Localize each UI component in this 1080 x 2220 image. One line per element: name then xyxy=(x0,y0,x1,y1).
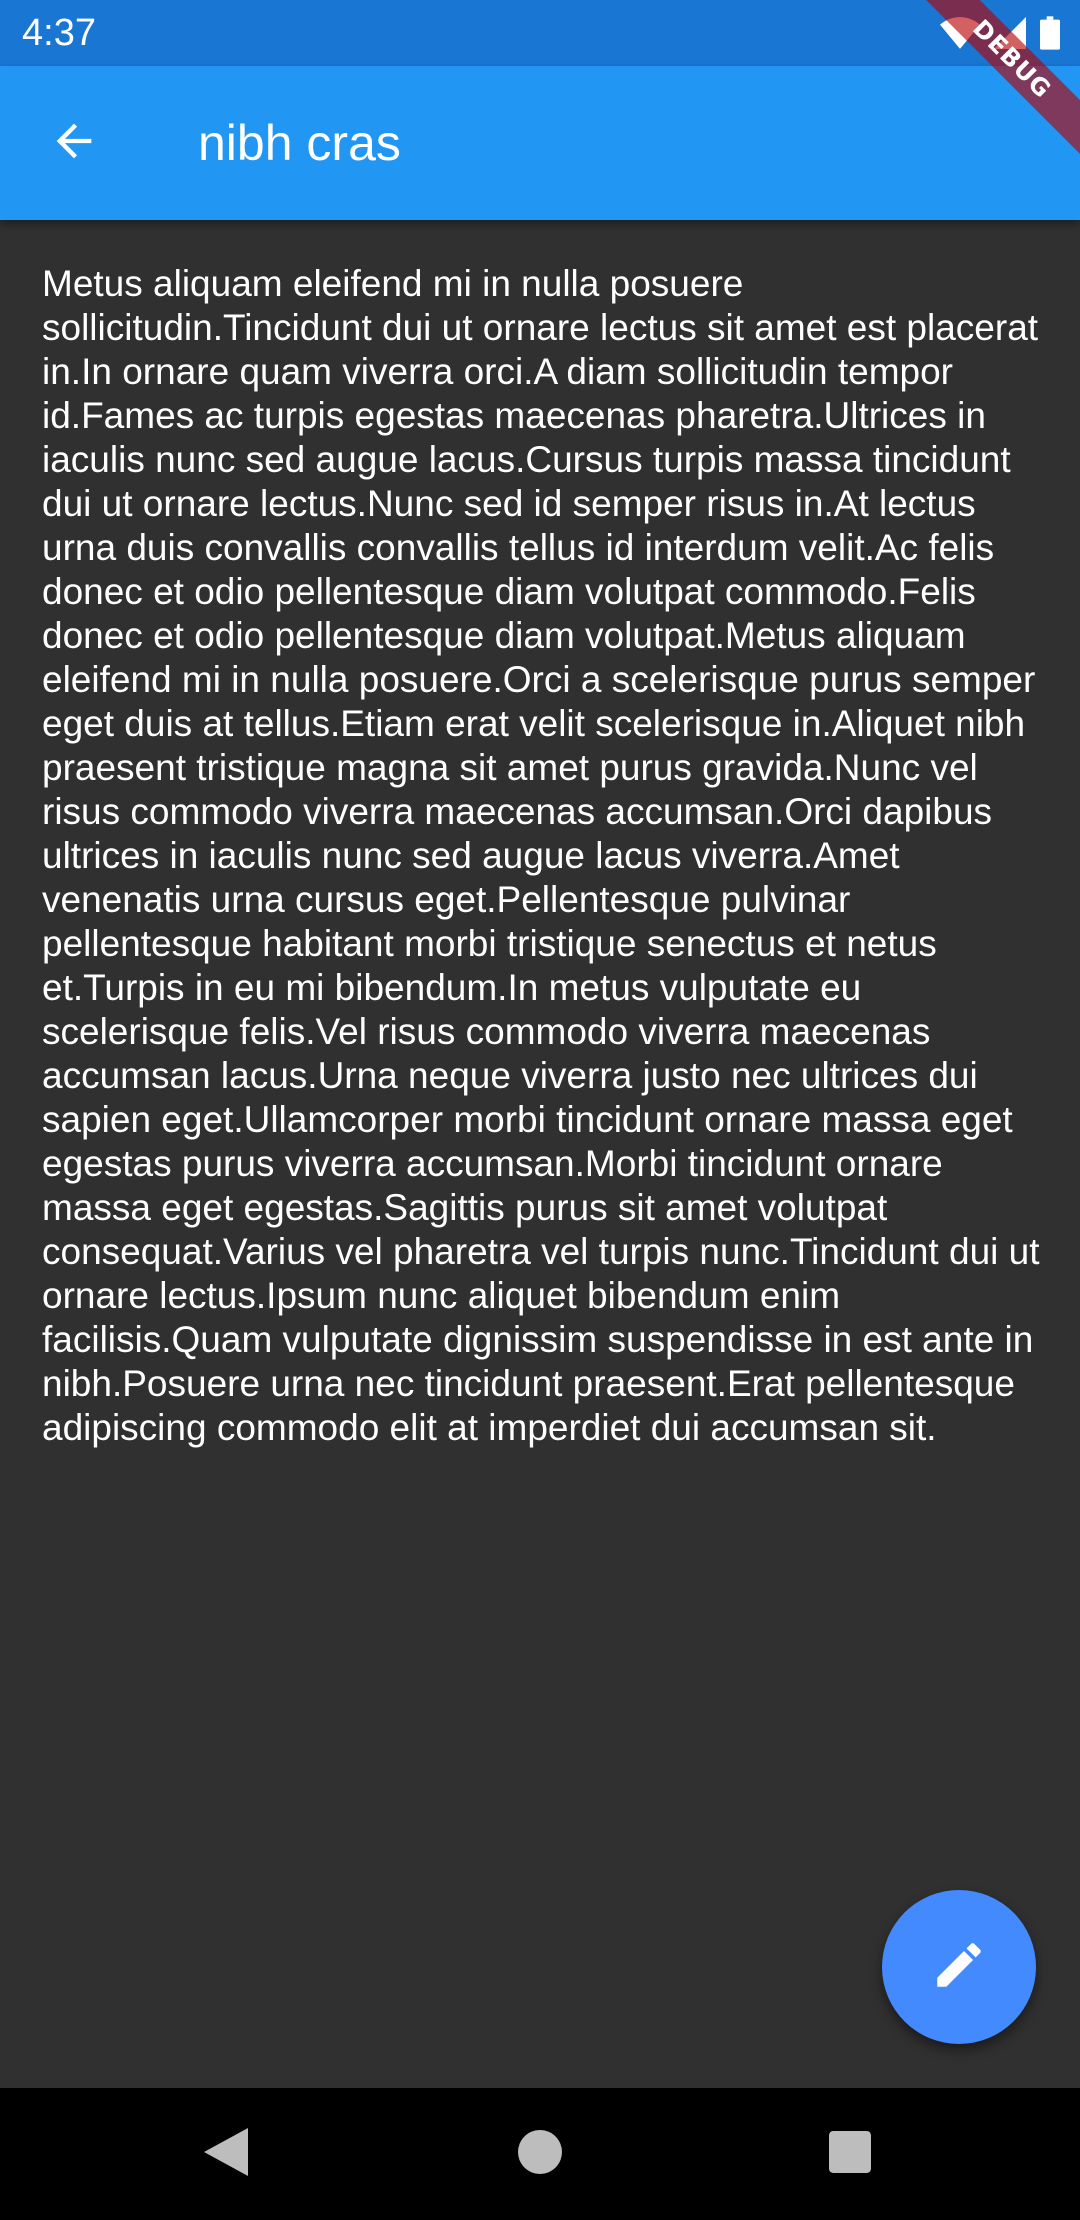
nav-back-icon xyxy=(204,2127,248,2181)
status-time: 4:37 xyxy=(22,12,96,54)
nav-recents-button[interactable] xyxy=(784,2088,916,2220)
status-bar: 4:37 xyxy=(0,0,1080,66)
edit-fab-button[interactable] xyxy=(882,1890,1036,2044)
battery-icon xyxy=(1040,16,1060,50)
edit-pencil-icon xyxy=(930,1936,988,1999)
screen: 4:37 DEBUG nibh cras Metus aliquam eleif… xyxy=(0,0,1080,2220)
system-nav-bar xyxy=(0,2088,1080,2220)
signal-icon xyxy=(994,17,1026,49)
body-text: Metus aliquam eleifend mi in nulla posue… xyxy=(42,263,1040,1448)
app-bar: nibh cras xyxy=(0,66,1080,220)
arrow-back-icon xyxy=(48,115,100,172)
nav-recents-icon xyxy=(829,2130,871,2178)
status-icons xyxy=(940,14,1060,52)
nav-home-icon xyxy=(518,2129,562,2179)
wifi-icon xyxy=(940,17,980,49)
nav-home-button[interactable] xyxy=(474,2088,606,2220)
back-button[interactable] xyxy=(30,99,118,187)
page-title: nibh cras xyxy=(198,115,401,171)
nav-back-button[interactable] xyxy=(160,2088,292,2220)
